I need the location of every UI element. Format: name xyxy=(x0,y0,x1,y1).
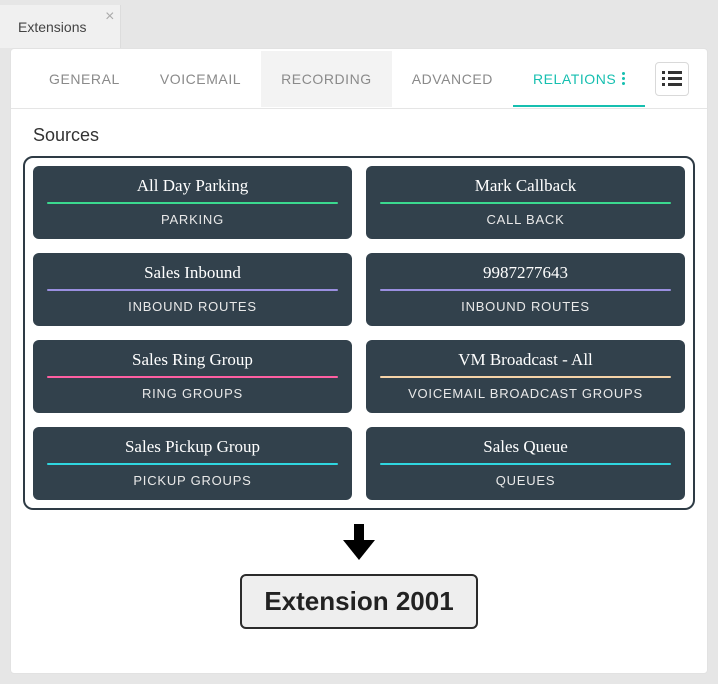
source-divider xyxy=(47,202,338,204)
source-type: PICKUP GROUPS xyxy=(45,473,340,488)
tab-general[interactable]: GENERAL xyxy=(29,51,140,107)
target-wrap: Extension 2001 xyxy=(23,574,695,629)
tab-voicemail[interactable]: VOICEMAIL xyxy=(140,51,261,107)
source-card[interactable]: 9987277643 INBOUND ROUTES xyxy=(366,253,685,326)
tab-relations-label: RELATIONS xyxy=(533,71,616,87)
window-tab-strip: Extensions × xyxy=(0,0,718,48)
source-title: All Day Parking xyxy=(45,176,340,202)
window-tab-extensions[interactable]: Extensions × xyxy=(0,5,121,48)
source-divider xyxy=(380,202,671,204)
source-divider xyxy=(380,289,671,291)
source-title: Mark Callback xyxy=(378,176,673,202)
source-divider xyxy=(380,376,671,378)
source-divider xyxy=(47,376,338,378)
source-title: VM Broadcast - All xyxy=(378,350,673,376)
sources-box: All Day Parking PARKING Mark Callback CA… xyxy=(23,156,695,510)
source-card[interactable]: VM Broadcast - All VOICEMAIL BROADCAST G… xyxy=(366,340,685,413)
source-title: Sales Pickup Group xyxy=(45,437,340,463)
section-title-sources: Sources xyxy=(33,125,695,146)
source-type: QUEUES xyxy=(378,473,673,488)
tab-advanced[interactable]: ADVANCED xyxy=(392,51,513,107)
source-divider xyxy=(380,463,671,465)
arrow-down-icon xyxy=(344,524,374,560)
source-card[interactable]: Sales Inbound INBOUND ROUTES xyxy=(33,253,352,326)
source-type: PARKING xyxy=(45,212,340,227)
close-icon[interactable]: × xyxy=(105,9,114,25)
window-tab-label: Extensions xyxy=(18,19,86,35)
source-type: CALL BACK xyxy=(378,212,673,227)
list-view-button[interactable] xyxy=(655,62,689,96)
tab-relations[interactable]: RELATIONS xyxy=(513,51,645,107)
source-divider xyxy=(47,463,338,465)
source-type: INBOUND ROUTES xyxy=(378,299,673,314)
source-card[interactable]: Sales Pickup Group PICKUP GROUPS xyxy=(33,427,352,500)
flow-arrow xyxy=(23,524,695,560)
source-card[interactable]: All Day Parking PARKING xyxy=(33,166,352,239)
source-type: VOICEMAIL BROADCAST GROUPS xyxy=(378,386,673,401)
tab-recording[interactable]: RECORDING xyxy=(261,51,392,107)
inner-tab-bar: GENERAL VOICEMAIL RECORDING ADVANCED REL… xyxy=(11,49,707,109)
source-card[interactable]: Sales Ring Group RING GROUPS xyxy=(33,340,352,413)
source-card[interactable]: Sales Queue QUEUES xyxy=(366,427,685,500)
source-title: Sales Queue xyxy=(378,437,673,463)
more-vert-icon[interactable] xyxy=(622,72,625,85)
source-title: 9987277643 xyxy=(378,263,673,289)
content-card: GENERAL VOICEMAIL RECORDING ADVANCED REL… xyxy=(10,48,708,674)
relations-body: Sources All Day Parking PARKING Mark Cal… xyxy=(11,109,707,649)
source-card[interactable]: Mark Callback CALL BACK xyxy=(366,166,685,239)
source-title: Sales Ring Group xyxy=(45,350,340,376)
source-divider xyxy=(47,289,338,291)
target-extension[interactable]: Extension 2001 xyxy=(240,574,477,629)
source-title: Sales Inbound xyxy=(45,263,340,289)
source-type: RING GROUPS xyxy=(45,386,340,401)
source-type: INBOUND ROUTES xyxy=(45,299,340,314)
